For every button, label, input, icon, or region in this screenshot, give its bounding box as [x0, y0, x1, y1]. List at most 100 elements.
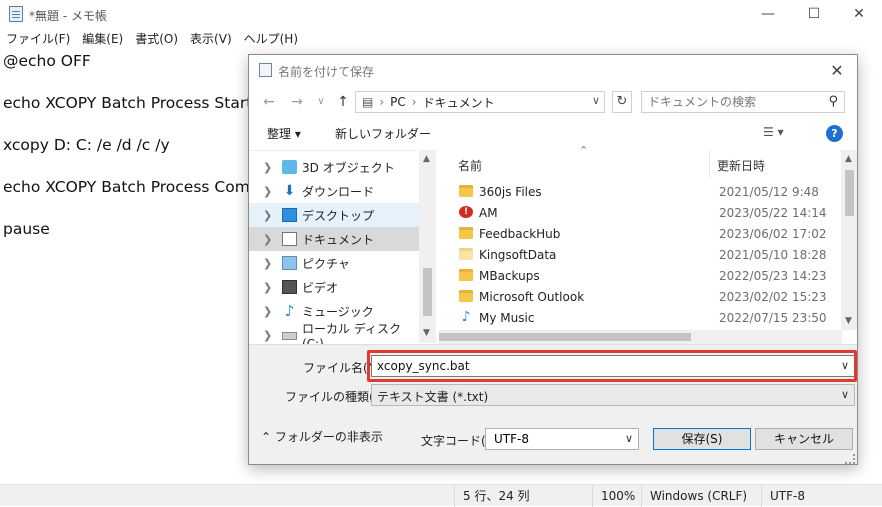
chevron-right-icon: ❯	[263, 208, 273, 222]
close-button[interactable]: ✕	[836, 0, 882, 28]
scroll-down-icon[interactable]: ▼	[423, 328, 430, 338]
editor-line: @echo OFF	[3, 52, 91, 70]
menu-view[interactable]: 表示(V)	[184, 30, 238, 47]
cancel-button[interactable]: キャンセル	[755, 428, 853, 450]
sort-ascending-icon: ⌃	[579, 144, 589, 157]
notepad-icon	[259, 63, 272, 77]
save-button[interactable]: 保存(S)	[653, 428, 751, 450]
chevron-down-icon[interactable]: ∨	[841, 388, 849, 401]
drive-icon	[282, 332, 297, 340]
pictures-icon	[282, 256, 297, 270]
new-folder-button[interactable]: 新しいフォルダー	[335, 125, 431, 142]
tree-item-downloads[interactable]: ❯ ⬇ ダウンロード	[249, 179, 419, 203]
menu-file[interactable]: ファイル(F)	[0, 30, 76, 47]
forward-arrow-icon[interactable]: →	[287, 92, 307, 112]
maximize-button[interactable]: ☐	[791, 0, 837, 28]
address-bar[interactable]: ▤ › PC › ドキュメント ∨	[355, 91, 605, 113]
filetype-select[interactable]: テキスト文書 (*.txt) ∨	[371, 384, 855, 406]
back-arrow-icon[interactable]: ←	[259, 92, 279, 112]
folder-icon	[459, 269, 473, 281]
status-bar: 5 行、24 列 100% Windows (CRLF) UTF-8	[0, 484, 882, 507]
dialog-titlebar: 名前を付けて保存 ✕	[249, 55, 857, 85]
view-options-icon[interactable]: ☰ ▾	[763, 125, 784, 139]
file-row[interactable]: 360js Files 2021/05/12 9:48	[439, 182, 841, 203]
file-list-scrollbar[interactable]: ▲ ▼	[841, 150, 857, 330]
highlight-box	[367, 350, 857, 382]
film-icon	[282, 280, 297, 294]
chevron-right-icon: ❯	[263, 304, 273, 318]
notepad-titlebar: *無題 - メモ帳 — ☐ ✕	[0, 0, 882, 28]
file-list-header: ⌃ 名前 更新日時	[439, 144, 841, 178]
chevron-right-icon: ❯	[263, 280, 273, 294]
refresh-button[interactable]: ↻	[612, 91, 632, 113]
folder-icon	[459, 227, 473, 239]
editor-line: echo XCOPY Batch Process Com	[3, 178, 250, 196]
tree-scroll-thumb[interactable]	[423, 268, 432, 316]
notepad-icon	[9, 6, 23, 22]
folder-icon	[459, 290, 473, 302]
file-list-hscrollbar[interactable]	[439, 330, 842, 344]
chevron-right-icon: ❯	[263, 256, 273, 270]
chevron-right-icon: ❯	[263, 232, 273, 246]
save-as-dialog: 名前を付けて保存 ✕ ← → ∨ ↑ ▤ › PC › ドキュメント ∨ ↻ ド…	[248, 54, 858, 465]
breadcrumb-pc[interactable]: PC	[390, 95, 406, 109]
tree-item-documents[interactable]: ❯ ドキュメント	[249, 227, 419, 251]
scroll-up-icon[interactable]: ▲	[423, 154, 430, 164]
filetype-value: テキスト文書 (*.txt)	[377, 390, 489, 404]
documents-icon	[282, 232, 297, 246]
file-list: ⌃ 名前 更新日時 360js Files 2021/05/12 9:48 ! …	[439, 144, 841, 343]
dialog-toolbar: 整理 ▾ 新しいフォルダー ☰ ▾ ?	[249, 121, 857, 147]
organize-button[interactable]: 整理 ▾	[267, 125, 301, 142]
file-row[interactable]: FeedbackHub 2023/06/02 17:02	[439, 224, 841, 245]
tree-item-desktop[interactable]: ❯ デスクトップ	[249, 203, 419, 227]
column-modified[interactable]: 更新日時	[717, 157, 765, 174]
file-row[interactable]: MBackups 2022/05/23 14:23	[439, 266, 841, 287]
search-input[interactable]: ドキュメントの検索 ⚲	[641, 91, 845, 113]
file-row[interactable]: ♪ My Music 2022/07/15 23:50	[439, 308, 841, 329]
hscroll-thumb[interactable]	[439, 333, 691, 341]
menu-format[interactable]: 書式(O)	[129, 30, 184, 47]
dialog-close-icon[interactable]: ✕	[817, 55, 857, 85]
column-name[interactable]: 名前	[458, 157, 482, 174]
file-row[interactable]: KingsoftData 2021/05/10 18:28	[439, 245, 841, 266]
file-scroll-thumb[interactable]	[845, 170, 854, 216]
tree-item-videos[interactable]: ❯ ビデオ	[249, 275, 419, 299]
status-zoom: 100%	[592, 485, 635, 507]
resize-grip[interactable]	[845, 454, 855, 464]
minimize-button[interactable]: —	[745, 0, 791, 28]
pc-icon: ▤	[362, 95, 374, 109]
scroll-down-icon[interactable]: ▼	[845, 316, 852, 326]
search-placeholder: ドキュメントの検索	[648, 95, 757, 109]
desktop-icon	[282, 208, 297, 222]
menu-edit[interactable]: 編集(E)	[76, 30, 129, 47]
chevron-right-icon: ❯	[263, 184, 273, 198]
chevron-down-icon[interactable]: ∨	[592, 94, 600, 107]
breadcrumb-documents[interactable]: ドキュメント	[423, 94, 495, 111]
encoding-select[interactable]: UTF-8 ∨	[485, 428, 639, 450]
music-note-icon: ♪	[461, 309, 471, 325]
chevron-up-icon: ⌃	[261, 430, 272, 444]
chevron-right-icon: ❯	[263, 328, 273, 342]
folder-icon	[459, 185, 473, 197]
tree-scrollbar[interactable]: ▲ ▼	[419, 150, 436, 343]
file-row[interactable]: Microsoft Outlook 2023/02/02 15:23	[439, 287, 841, 308]
tree-item-3d-objects[interactable]: ❯ 3D オブジェクト	[249, 155, 419, 179]
status-position: 5 行、24 列	[454, 485, 530, 507]
hide-folders-toggle[interactable]: ⌃ フォルダーの非表示	[261, 428, 383, 445]
file-row[interactable]: ! AM 2023/05/22 14:14	[439, 203, 841, 224]
tree-item-pictures[interactable]: ❯ ピクチャ	[249, 251, 419, 275]
dialog-title: 名前を付けて保存	[278, 65, 375, 79]
recent-chevron-icon[interactable]: ∨	[311, 92, 331, 112]
status-encoding: UTF-8	[761, 485, 805, 507]
editor-line: xcopy D: C: /e /d /c /y	[3, 136, 170, 154]
up-arrow-icon[interactable]: ↑	[333, 92, 353, 112]
notepad-title: *無題 - メモ帳	[29, 9, 107, 23]
encoding-value: UTF-8	[494, 432, 529, 446]
navigation-tree: ❯ 3D オブジェクト ❯ ⬇ ダウンロード ❯ デスクトップ ❯ ドキュメント…	[249, 150, 419, 351]
chevron-right-icon: ❯	[263, 160, 273, 174]
chevron-down-icon[interactable]: ∨	[625, 432, 633, 445]
help-icon[interactable]: ?	[826, 125, 843, 142]
menu-help[interactable]: ヘルプ(H)	[238, 30, 304, 47]
scroll-up-icon[interactable]: ▲	[845, 154, 852, 164]
download-arrow-icon: ⬇	[283, 183, 296, 199]
